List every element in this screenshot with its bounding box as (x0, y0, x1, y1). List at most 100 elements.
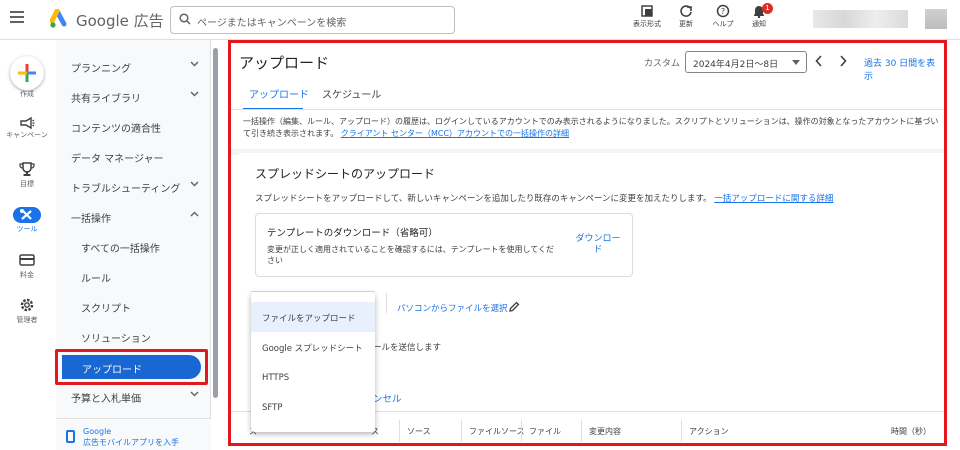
chevron-down-icon (190, 91, 199, 97)
tab-upload[interactable]: アップロード (249, 86, 309, 101)
sidebar-item-budget-bids[interactable]: 予算と入札単価 (56, 382, 211, 410)
column-header[interactable]: ファイルソース (469, 426, 525, 437)
sidebar-item-troubleshooting[interactable]: トラブルシューティング (56, 172, 211, 200)
menu-item-google-sheets[interactable]: Google スプレッドシート (251, 332, 375, 362)
sidebar: プランニング 共有ライブラリ コンテンツの適合性 データ マネージャー トラブル… (56, 40, 211, 450)
create-button[interactable] (10, 56, 44, 90)
menu-item-label: HTTPS (262, 373, 290, 383)
refresh-button[interactable]: 更新 (668, 4, 704, 29)
card-desc-text: スプレッドシートをアップロードして、新しいキャンペーンを追加したり既存のキャンペ… (255, 194, 712, 204)
menu-item-upload-file[interactable]: ファイルをアップロード (251, 302, 375, 332)
notifications-button[interactable]: 1 通知 (741, 3, 777, 29)
sidebar-item-label: 予算と入札単価 (71, 394, 141, 405)
sidebar-scrollbar[interactable] (213, 48, 218, 398)
sidebar-item-uploads-highlight: アップロード (62, 355, 201, 379)
chevron-down-icon (190, 181, 199, 187)
sidebar-item-planning[interactable]: プランニング (56, 52, 211, 80)
chevron-down-icon (190, 391, 199, 397)
gear-icon[interactable] (19, 297, 35, 313)
column-header[interactable]: 時間（秒） (891, 426, 931, 437)
chevron-up-icon (190, 211, 199, 217)
column-divider (581, 420, 582, 442)
column-divider (461, 420, 462, 442)
sidebar-item-label: 一括操作 (71, 214, 111, 225)
cancel-button[interactable]: ンセル (373, 391, 402, 405)
brand-name[interactable]: Google 広告 (76, 10, 164, 31)
mobile-app-line1: Google (83, 427, 112, 436)
chevron-right-icon[interactable] (839, 55, 847, 67)
date-range-select[interactable]: 2024年4月2日〜8日 (685, 51, 807, 73)
sidebar-item-label: すべての一括操作 (81, 244, 160, 255)
pencil-icon[interactable] (509, 301, 520, 312)
sidebar-item-uploads[interactable]: アップロード (55, 349, 208, 385)
card-description: スプレッドシートをアップロードして、新しいキャンペーンを追加したり既存のキャンペ… (255, 192, 833, 204)
notification-badge: 1 (762, 3, 773, 14)
billing-icon[interactable] (19, 254, 35, 266)
chevron-left-icon[interactable] (815, 55, 823, 67)
left-rail: 作成 キャンペーン 目標 ツール 料金 管理者 (0, 40, 54, 450)
sidebar-item-data-manager[interactable]: データ マネージャー (56, 142, 211, 170)
column-header[interactable]: ソース (407, 426, 431, 437)
tools-active-pill[interactable] (13, 207, 41, 223)
display-format-icon (641, 5, 653, 17)
search-input[interactable]: ページまたはキャンペーンを検索 (170, 6, 455, 34)
tools-label[interactable]: ツール (0, 225, 54, 234)
column-divider (521, 420, 522, 442)
page-title: アップロード (239, 54, 330, 72)
template-body: 変更が正しく適用されていることを確認するには、テンプレートを使用してください (267, 245, 555, 265)
tab-schedule[interactable]: スケジュール (322, 86, 381, 101)
upload-divider (386, 293, 387, 313)
tools-icon (20, 209, 32, 220)
refresh-label: 更新 (679, 20, 693, 28)
sidebar-item-scripts[interactable]: スクリプト (56, 292, 211, 320)
trophy-icon[interactable] (19, 162, 35, 177)
sidebar-item-label: トラブルシューティング (71, 184, 181, 195)
sidebar-item-rules[interactable]: ルール (56, 262, 211, 290)
sidebar-item-solutions[interactable]: ソリューション (56, 322, 211, 350)
pick-file-link[interactable]: パソコンからファイルを選択 (397, 302, 508, 314)
campaigns-label[interactable]: キャンペーン (0, 131, 54, 140)
template-title: テンプレートのダウンロード（省略可） (267, 228, 438, 239)
display-format-button[interactable]: 表示形式 (629, 4, 665, 29)
avatar[interactable] (925, 9, 947, 29)
sidebar-item-label: 共有ライブラリ (71, 94, 141, 105)
column-header[interactable]: アクション (689, 426, 729, 437)
help-icon: ? (716, 4, 730, 18)
menu-item-label: Google スプレッドシート (262, 344, 363, 354)
sidebar-item-shared-library[interactable]: 共有ライブラリ (56, 82, 211, 110)
top-bar: Google 広告 ページまたはキャンペーンを検索 表示形式 更新 ? ヘルプ … (0, 0, 960, 40)
megaphone-icon[interactable] (19, 116, 35, 130)
past-30-days-link[interactable]: 過去 30 日間を表示 (864, 56, 944, 82)
admin-label[interactable]: 管理者 (0, 316, 54, 325)
dropdown-arrow-icon (792, 60, 800, 65)
menu-item-sftp[interactable]: SFTP (251, 393, 375, 423)
menu-icon[interactable] (10, 11, 24, 23)
sidebar-item-label: スクリプト (81, 304, 131, 315)
google-ads-logo-icon[interactable] (50, 9, 70, 29)
sidebar-item-content-suitability[interactable]: コンテンツの適合性 (56, 112, 211, 140)
mcc-bulk-link[interactable]: クライアント センター（MCC）アカウントでの一括操作の詳細 (341, 129, 569, 138)
column-divider (681, 420, 682, 442)
sidebar-item-all-bulk-actions[interactable]: すべての一括操作 (56, 232, 211, 260)
column-header[interactable]: 変更内容 (589, 426, 621, 437)
search-icon (179, 13, 191, 25)
help-button[interactable]: ? ヘルプ (705, 4, 741, 29)
plus-icon (18, 64, 36, 82)
sidebar-item-bulk-actions[interactable]: 一括操作 (56, 202, 211, 230)
bulk-upload-help-link[interactable]: 一括アップロードに関する詳細 (714, 194, 833, 204)
download-button[interactable]: ダウンロード (574, 234, 622, 256)
search-placeholder: ページまたはキャンペーンを検索 (197, 18, 347, 29)
account-name-redacted[interactable] (813, 10, 908, 28)
mobile-app-link[interactable]: Google 広告モバイルアプリを入手 (56, 418, 211, 450)
template-download-box: テンプレートのダウンロード（省略可） 変更が正しく適用されていることを確認するに… (255, 213, 633, 277)
billing-label[interactable]: 料金 (0, 271, 54, 280)
sidebar-item-label: コンテンツの適合性 (71, 124, 161, 135)
goals-label[interactable]: 目標 (0, 180, 54, 189)
menu-item-https[interactable]: HTTPS (251, 363, 375, 393)
column-header[interactable]: ファイル (529, 426, 561, 437)
date-range-value: 2024年4月2日〜8日 (693, 60, 779, 70)
tabs-divider (231, 109, 944, 110)
svg-text:?: ? (721, 7, 725, 16)
phone-icon (66, 430, 75, 443)
menu-item-label: SFTP (262, 403, 283, 413)
